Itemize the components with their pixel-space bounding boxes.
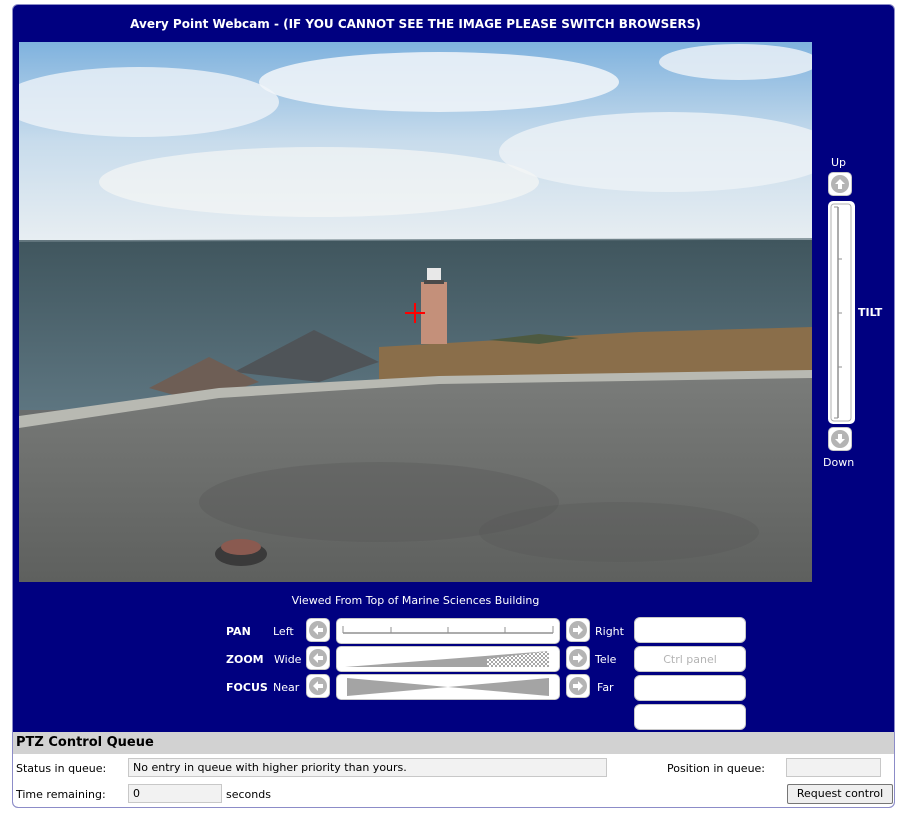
zoom-wide-label: Wide [274,653,302,666]
page-title: Avery Point Webcam - (IF YOU CANNOT SEE … [130,17,701,31]
time-label: Time remaining: [16,788,106,801]
arrow-down-icon [831,430,849,448]
status-field: No entry in queue with higher priority t… [128,758,607,777]
position-label: Position in queue: [667,762,766,775]
time-unit-label: seconds [226,788,271,801]
pan-label: PAN [226,625,251,638]
tilt-up-label: Up [831,156,847,169]
ctrl-panel-button[interactable]: Ctrl panel [634,646,746,672]
zoom-tele-button[interactable] [566,646,590,670]
status-label: Status in queue: [16,762,107,775]
arrow-right-icon [569,649,587,667]
tilt-down-label: Down [823,456,855,469]
pan-left-button[interactable] [306,618,330,642]
position-field [786,758,881,777]
preset-box-4[interactable] [634,704,746,730]
time-field: 0 [128,784,222,803]
pan-right-button[interactable] [566,618,590,642]
arrow-left-icon [309,677,327,695]
zoom-label: ZOOM [226,653,264,666]
arrow-left-icon [309,649,327,667]
preset-box-3[interactable] [634,675,746,701]
tilt-label: TILT [858,306,883,319]
focus-far-button[interactable] [566,674,590,698]
focus-label: FOCUS [226,681,268,694]
request-control-button[interactable]: Request control [787,784,893,804]
arrow-right-icon [569,621,587,639]
zoom-wide-button[interactable] [306,646,330,670]
tilt-up-button[interactable] [828,172,852,196]
tilt-down-button[interactable] [828,427,852,451]
focus-far-label: Far [597,681,614,694]
pan-right-label: Right [595,625,624,638]
tilt-slider[interactable] [828,201,855,424]
focus-near-button[interactable] [306,674,330,698]
queue-heading: PTZ Control Queue [13,732,894,754]
preset-box-1[interactable] [634,617,746,643]
pan-slider[interactable] [336,618,560,644]
image-caption: Viewed From Top of Marine Sciences Build… [291,594,540,607]
arrow-right-icon [569,677,587,695]
zoom-tele-label: Tele [595,653,617,666]
arrow-up-icon [831,175,849,193]
camera-view[interactable] [19,42,812,582]
focus-near-label: Near [273,681,300,694]
zoom-slider[interactable] [336,646,560,672]
arrow-left-icon [309,621,327,639]
ptz-control-queue: PTZ Control Queue Status in queue: No en… [13,732,894,807]
pan-left-label: Left [273,625,294,638]
focus-slider[interactable] [336,674,560,700]
webcam-panel: Avery Point Webcam - (IF YOU CANNOT SEE … [12,4,895,808]
